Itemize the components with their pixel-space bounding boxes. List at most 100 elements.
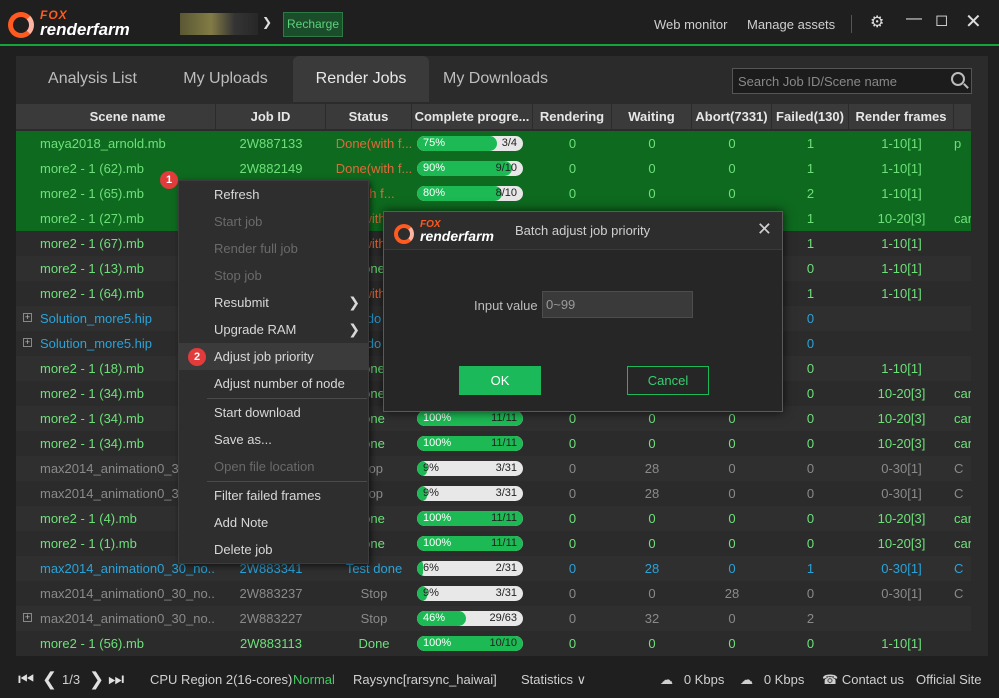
- minimize-icon[interactable]: —: [906, 10, 922, 28]
- official-site-link[interactable]: Official Site: [916, 672, 982, 687]
- menu-save-as[interactable]: Save as...: [179, 426, 368, 453]
- tab-analysis-list[interactable]: Analysis List: [26, 56, 159, 102]
- ok-button[interactable]: OK: [459, 366, 541, 395]
- table-row[interactable]: maya2018_arnold.mb 2W887133 Done(with f...…: [16, 131, 971, 156]
- table-row[interactable]: max2014_animation0_30 top 9% 3/31 0 28 0 0 0-30[…: [16, 481, 971, 506]
- failed-count-cell: 0: [806, 636, 815, 651]
- tab-my-downloads[interactable]: My Downloads: [429, 56, 562, 102]
- col-scene-name[interactable]: Scene name: [40, 104, 216, 129]
- menu-start-job[interactable]: Start job: [179, 208, 368, 235]
- status-cell: Stop: [360, 611, 388, 626]
- menu-upgrade-ram[interactable]: Upgrade RAM ❯: [179, 316, 368, 343]
- table-row[interactable]: max2014_animation0_30 top 9% 3/31 0 28 0 0 0-30[…: [16, 456, 971, 481]
- table-row[interactable]: more2 - 1 (34).mb one 100% 11/11 0 0 0 0 10-20[3…: [16, 431, 971, 456]
- table-row[interactable]: more2 - 1 (56).mb 2W883113 Done 100% 10/10 0 0…: [16, 631, 971, 656]
- table-row[interactable]: more2 - 1 (65).mb with f... 80% 8/10 0 0 0 2 1-1…: [16, 181, 971, 206]
- prev-page-icon[interactable]: ❮: [42, 669, 57, 690]
- col-failed[interactable]: Failed(130): [772, 104, 849, 129]
- job-id-cell: 2W882149: [239, 161, 303, 176]
- expand-row-icon[interactable]: +: [23, 338, 32, 347]
- statistics-label: Statistics: [521, 672, 574, 687]
- col-status[interactable]: Status: [326, 104, 412, 129]
- failed-count-cell: 0: [806, 536, 815, 551]
- chevron-right-icon: ❯: [348, 294, 360, 310]
- recharge-button[interactable]: Recharge: [283, 12, 343, 37]
- title-bar: FOX renderfarm ❯ Recharge Web monitor Ma…: [0, 0, 999, 46]
- failed-count-cell: 0: [806, 411, 815, 426]
- statistics-dropdown[interactable]: Statistics ∨: [521, 672, 586, 688]
- tab-my-uploads[interactable]: My Uploads: [159, 56, 292, 102]
- extra-cell: [954, 631, 971, 656]
- progress-fraction: 29/63: [489, 612, 517, 624]
- progress-fraction: 9/10: [495, 162, 517, 174]
- col-waiting[interactable]: Waiting: [612, 104, 692, 129]
- menu-resubmit[interactable]: Resubmit ❯: [179, 289, 368, 316]
- abort-count-cell: 0: [728, 536, 736, 551]
- table-row[interactable]: max2014_animation0_30_no... 2W883237 Stop 9…: [16, 581, 971, 606]
- failed-count-cell: 0: [806, 461, 815, 476]
- user-account-avatar[interactable]: [180, 13, 258, 35]
- cancel-button[interactable]: Cancel: [627, 366, 709, 395]
- web-monitor-link[interactable]: Web monitor: [654, 17, 727, 32]
- failed-count-cell: 0: [806, 586, 815, 601]
- next-page-icon[interactable]: ❯: [89, 669, 104, 690]
- close-icon[interactable]: ✕: [965, 9, 982, 34]
- failed-count-cell: 1: [806, 161, 815, 176]
- gear-icon[interactable]: ⚙: [870, 12, 884, 32]
- expand-row-icon[interactable]: +: [23, 313, 32, 322]
- tab-render-jobs[interactable]: Render Jobs: [293, 56, 429, 102]
- rendering-count-cell: 0: [568, 536, 577, 551]
- search-icon[interactable]: [951, 72, 965, 86]
- menu-render-full-job[interactable]: Render full job: [179, 235, 368, 262]
- render-frames-cell: 0-30[1]: [881, 586, 922, 601]
- extra-cell: car: [954, 411, 971, 426]
- job-id-cell: 2W883113: [240, 636, 302, 651]
- col-rendering[interactable]: Rendering: [533, 104, 612, 129]
- menu-start-download[interactable]: Start download: [179, 399, 368, 426]
- region-label[interactable]: CPU Region 2(16-cores): [150, 672, 292, 687]
- logo-renderfarm-text: renderfarm: [40, 20, 130, 39]
- contact-us-link[interactable]: ☎ Contact us: [822, 672, 904, 688]
- render-frames-cell: 0-30[1]: [881, 461, 922, 476]
- account-dropdown-chevron-icon[interactable]: ❯: [262, 15, 272, 29]
- col-abort[interactable]: Abort(7331): [692, 104, 772, 129]
- dialog-close-icon[interactable]: ✕: [757, 219, 772, 240]
- first-page-icon[interactable]: ⏮: [18, 669, 34, 690]
- table-row[interactable]: more2 - 1 (1).mb one 100% 11/11 0 0 0 0 10-20[3]…: [16, 531, 971, 556]
- table-row[interactable]: max2014_animation0_30_no... 2W883341 Test …: [16, 556, 971, 581]
- priority-input[interactable]: [542, 291, 693, 318]
- failed-count-cell: 0: [806, 486, 815, 501]
- abort-count-cell: 0: [728, 461, 736, 476]
- search-input[interactable]: [733, 69, 943, 93]
- manage-assets-link[interactable]: Manage assets: [747, 17, 835, 32]
- expand-row-icon[interactable]: +: [23, 613, 32, 622]
- failed-count-cell: 0: [806, 336, 815, 351]
- menu-delete-job[interactable]: Delete job: [179, 536, 368, 563]
- extra-cell: car: [954, 511, 971, 526]
- last-page-icon[interactable]: ⏭: [108, 669, 124, 690]
- extra-cell: [954, 331, 971, 356]
- upload-speed: ☁ 0 Kbps: [660, 672, 724, 688]
- raysync-label[interactable]: Raysync[rarsync_haiwai]: [353, 672, 497, 687]
- rendering-count-cell: 0: [568, 636, 577, 651]
- search-box: [732, 68, 972, 94]
- waiting-count-cell: 28: [644, 561, 660, 576]
- extra-cell: car: [954, 211, 971, 226]
- progress-fraction: 2/31: [495, 562, 517, 574]
- menu-refresh[interactable]: Refresh: [179, 181, 368, 208]
- menu-open-file-location[interactable]: Open file location: [179, 453, 368, 480]
- rendering-count-cell: 0: [568, 561, 577, 576]
- progress-percent: 100%: [423, 537, 452, 549]
- table-row[interactable]: + max2014_animation0_30_no... 2W883227 Stop…: [16, 606, 971, 631]
- menu-filter-failed-frames[interactable]: Filter failed frames: [179, 482, 368, 509]
- table-row[interactable]: more2 - 1 (4).mb one 100% 11/11 0 0 0 0 10-20[3]…: [16, 506, 971, 531]
- col-progress[interactable]: Complete progre...: [412, 104, 533, 129]
- col-job-id[interactable]: Job ID: [216, 104, 326, 129]
- menu-stop-job[interactable]: Stop job: [179, 262, 368, 289]
- col-render-frames[interactable]: Render frames: [849, 104, 954, 129]
- menu-add-note[interactable]: Add Note: [179, 509, 368, 536]
- menu-adjust-number-of-node[interactable]: Adjust number of node: [179, 370, 368, 397]
- menu-adjust-job-priority[interactable]: Adjust job priority: [179, 343, 368, 370]
- maximize-icon[interactable]: ◻: [935, 10, 948, 30]
- progress-fraction: 3/4: [501, 137, 517, 149]
